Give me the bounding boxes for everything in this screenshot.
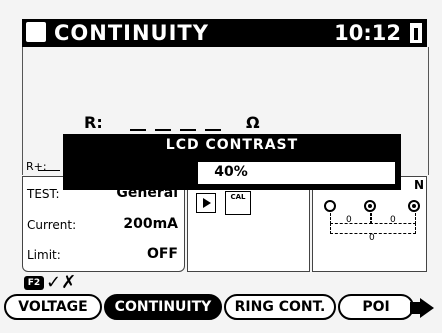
dialog-title: LCD CONTRAST	[165, 137, 299, 153]
resistance-digit-dash	[205, 129, 221, 131]
tab-poi[interactable]: POI	[338, 294, 414, 320]
next-arrow-icon[interactable]	[420, 298, 434, 318]
contrast-value: 40%	[214, 164, 248, 180]
lcd-contrast-dialog: LCD CONTRAST 40%	[63, 134, 401, 190]
cal-label: CAL	[230, 193, 246, 201]
parameters-panel: TEST: General Current: 200mA Limit: OFF	[22, 176, 185, 272]
tab-voltage[interactable]: VOLTAGE	[4, 294, 102, 320]
terminal-pe-icon	[364, 200, 376, 212]
resistance-digit-dash	[180, 129, 196, 131]
r-plus-label: R+:	[26, 160, 47, 173]
zero-label: 0	[369, 233, 375, 243]
battery-icon	[410, 23, 422, 43]
resistance-digit-dash	[155, 129, 171, 131]
f2-key-icon[interactable]: F2	[24, 276, 44, 290]
function-selector-icon	[26, 22, 46, 42]
current-value[interactable]: 200mA	[123, 216, 178, 232]
limit-value[interactable]: OFF	[147, 246, 178, 262]
tab-continuity[interactable]: CONTINUITY	[104, 294, 222, 320]
instrument-screen: CONTINUITY 10:12 R: Ω R+: TEST: General …	[0, 0, 442, 333]
terminal-l-icon	[324, 200, 336, 212]
test-label: TEST:	[27, 187, 60, 201]
tab-ring-cont[interactable]: RING CONT.	[224, 294, 336, 320]
resistance-label: R:	[84, 113, 103, 132]
check-cross-icon: ✓✗	[46, 272, 77, 293]
play-icon[interactable]	[196, 193, 216, 213]
terminal-n-icon	[408, 200, 420, 212]
function-tabs: VOLTAGE CONTINUITY RING CONT. POI	[0, 294, 442, 324]
header-bar: CONTINUITY 10:12	[22, 19, 427, 47]
cal-button[interactable]: CAL	[225, 191, 251, 215]
unit-label: Ω	[246, 113, 260, 132]
terminal-n-label: N	[414, 178, 425, 192]
resistance-digit-dash	[130, 129, 146, 131]
r-plus-value-dash	[38, 170, 60, 171]
next-arrow-stem	[410, 302, 420, 314]
zero-label: 0	[390, 215, 396, 225]
zero-label: 0	[346, 215, 352, 225]
current-label: Current:	[27, 218, 77, 232]
clock: 10:12	[334, 21, 401, 45]
contrast-slider[interactable]: 40%	[66, 161, 396, 185]
page-title: CONTINUITY	[54, 21, 209, 45]
limit-label: Limit:	[27, 248, 61, 262]
